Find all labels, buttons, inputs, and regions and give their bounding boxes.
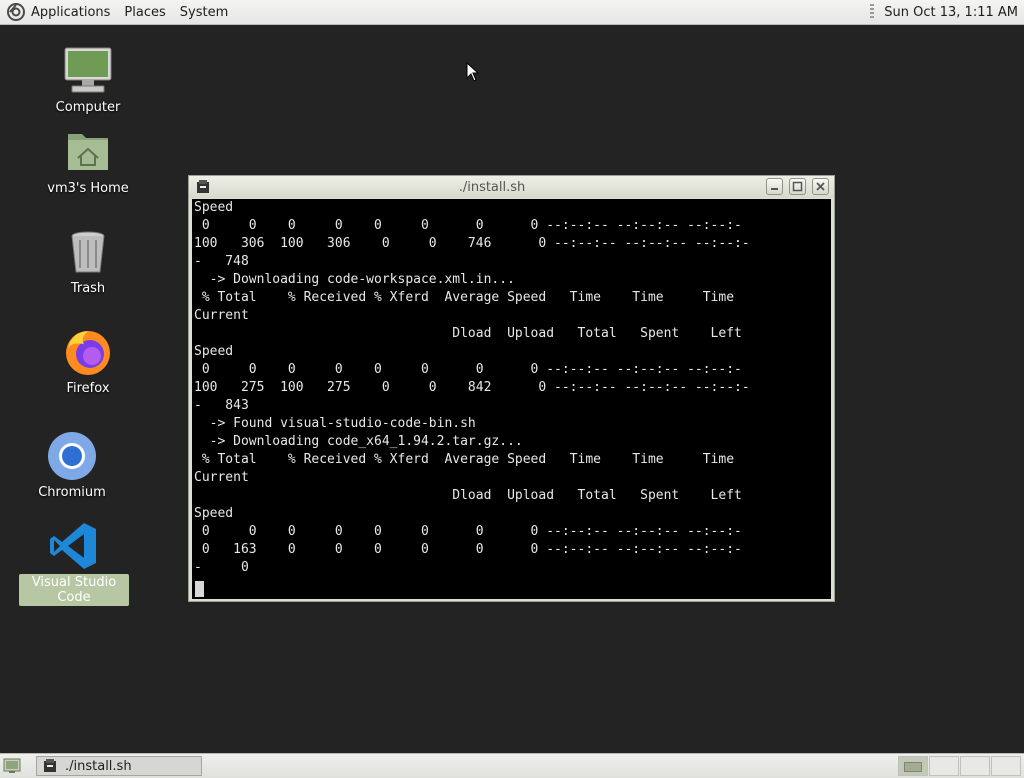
minimize-button[interactable] [766,178,783,195]
desktop-icon-home[interactable]: vm3's Home [33,126,143,197]
desktop-icon-label: Chromium [38,485,106,500]
desktop-icon-computer[interactable]: Computer [33,45,143,116]
menu-places[interactable]: Places [124,5,165,20]
terminal-app-icon [44,759,56,772]
desktop-icon-chromium[interactable]: Chromium [17,430,127,501]
top-panel: Applications Places System Sun Oct 13, 1… [0,0,1024,25]
menu-system[interactable]: System [180,5,228,20]
desktop-icon-label: Visual Studio Code [19,574,129,606]
terminal-line: % Total % Received % Xferd Average Speed… [194,290,735,305]
terminal-line: 100 275 100 275 0 0 842 0 --:--:-- --:--… [194,380,750,395]
terminal-cursor [195,581,204,597]
desktop-icon-label: Trash [70,281,106,296]
terminal-line: 0 0 0 0 0 0 0 0 --:--:-- --:--:-- --:--:… [194,218,742,233]
close-button[interactable] [812,178,829,195]
chromium-icon [48,432,96,480]
maximize-icon [792,181,803,192]
computer-icon [64,47,112,93]
taskbar-item-install-sh[interactable]: ./install.sh [36,756,202,776]
terminal-line: Speed [194,200,234,215]
terminal-line: -> Downloading code_x64_1.94.2.tar.gz... [194,434,523,449]
trash-icon [71,231,105,273]
menu-applications[interactable]: Applications [31,5,110,20]
desktop-icon-label: Computer [55,100,121,115]
terminal-line: -> Downloading code-workspace.xml.in... [194,272,515,287]
maximize-button[interactable] [789,178,806,195]
panel-handle [870,4,875,20]
terminal-line: Speed [194,506,234,521]
terminal-line: % Total % Received % Xferd Average Speed… [194,452,735,467]
terminal-line: Speed [194,344,234,359]
terminal-line: - 748 [194,254,249,269]
taskbar-item-label: ./install.sh [65,758,132,774]
workspace-3[interactable] [960,756,990,776]
window-title: ./install.sh [458,179,526,195]
minimize-icon [771,188,778,190]
terminal-line: -> Found visual-studio-code-bin.sh [194,416,476,431]
terminal-line: Current [194,470,249,485]
workspace-4[interactable] [991,756,1021,776]
clock[interactable]: Sun Oct 13, 1:11 AM [884,5,1018,20]
close-icon [816,182,825,191]
terminal-line: 0 163 0 0 0 0 0 0 --:--:-- --:--:-- --:-… [194,542,742,557]
desktop-icon-trash[interactable]: Trash [33,226,143,297]
terminal-line: 0 0 0 0 0 0 0 0 --:--:-- --:--:-- --:--:… [194,362,742,377]
terminal-line: Dload Upload Total Spent Left [194,488,742,503]
workspace-1[interactable] [898,756,928,776]
desktop-icon-label: Firefox [66,381,110,396]
terminal-line: 0 0 0 0 0 0 0 0 --:--:-- --:--:-- --:--:… [194,524,742,539]
terminal-window[interactable]: ./install.sh Speed 0 0 0 0 0 0 0 0 --:--… [188,175,835,602]
terminal-line: Current [194,308,249,323]
firefox-icon [66,331,110,375]
home-folder-icon [68,134,108,170]
terminal-line: - 0 [194,560,249,575]
desktop-icon-firefox[interactable]: Firefox [33,326,143,397]
terminal-output[interactable]: Speed 0 0 0 0 0 0 0 0 --:--:-- --:--:-- … [192,199,831,599]
terminal-app-icon[interactable] [196,180,210,194]
desktop-icon-label: vm3's Home [47,181,129,196]
window-titlebar[interactable]: ./install.sh [189,176,834,198]
workspace-2[interactable] [929,756,959,776]
vscode-icon [50,523,96,569]
bottom-panel: ./install.sh [0,753,1024,778]
terminal-line: 100 306 100 306 0 0 746 0 --:--:-- --:--… [194,236,750,251]
terminal-line: - 843 [194,398,249,413]
distro-logo-icon[interactable] [7,3,25,21]
mouse-pointer-icon [466,62,480,82]
desktop-icon-vscode[interactable]: Visual Studio Code [19,520,129,606]
show-desktop-icon[interactable] [3,758,21,774]
terminal-line: Dload Upload Total Spent Left [194,326,742,341]
